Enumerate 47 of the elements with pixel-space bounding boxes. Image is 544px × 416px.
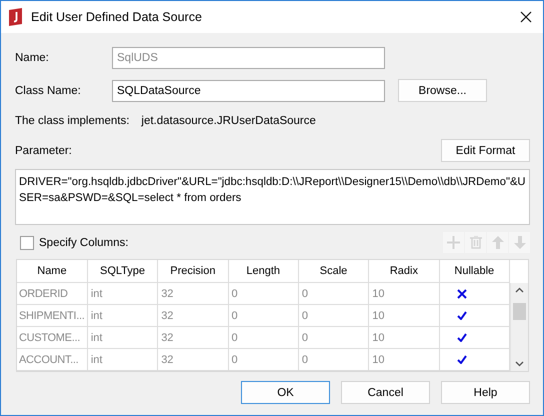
window-title: Edit User Defined Data Source bbox=[31, 10, 202, 24]
table-cell: 32 bbox=[158, 282, 228, 304]
scrollbar[interactable] bbox=[510, 283, 528, 371]
parameter-label: Parameter: bbox=[15, 144, 72, 156]
table-cell: 32 bbox=[158, 326, 228, 348]
up-arrow-icon[interactable] bbox=[492, 236, 504, 249]
table-cell: 0 bbox=[228, 304, 298, 326]
implements-label: The class implements: bbox=[15, 115, 130, 127]
dialog-button[interactable]: Help bbox=[441, 381, 530, 404]
dialog-button[interactable]: Cancel bbox=[341, 381, 430, 404]
parameter-field[interactable]: DRIVER="org.hsqldb.jdbcDriver"&URL="jdbc:hsqldb:D:\\JReport\\Designer15\\Demo\\db\\JRDemo"&USER=sa&PSWD=&SQL=select * from orders bbox=[15, 169, 530, 225]
table-cell: int bbox=[87, 282, 158, 304]
implements-value: jet.datasource.JRUserDataSource bbox=[141, 115, 316, 127]
table-cell: 0 bbox=[298, 282, 369, 304]
table-cell: 0 bbox=[298, 326, 369, 348]
browse-button[interactable]: Browse... bbox=[398, 79, 487, 102]
table-cell: 0 bbox=[228, 282, 298, 304]
table-cell: SHIPMENTI... bbox=[17, 304, 88, 326]
table-cell: int bbox=[87, 326, 158, 348]
close-icon[interactable] bbox=[520, 11, 532, 23]
scroll-thumb[interactable] bbox=[513, 303, 526, 320]
table-cell: 10 bbox=[368, 348, 440, 370]
field-label: Class Name: bbox=[15, 84, 82, 96]
trash-icon[interactable] bbox=[470, 236, 482, 249]
table-cell: int bbox=[87, 304, 158, 326]
field-label: Name: bbox=[15, 52, 50, 64]
dialog-button[interactable]: OK bbox=[241, 381, 330, 404]
table-cell: 10 bbox=[368, 282, 440, 304]
checkbox-label[interactable]: Specify Columns: bbox=[39, 236, 128, 248]
table-cell: 0 bbox=[228, 348, 298, 370]
table-cell: CUSTOME... bbox=[17, 326, 88, 348]
table-cell: 32 bbox=[158, 304, 228, 326]
down-arrow-icon[interactable] bbox=[514, 236, 526, 249]
edit-format-button[interactable]: Edit Format bbox=[441, 139, 530, 162]
add-icon[interactable] bbox=[447, 236, 460, 249]
app-logo-icon bbox=[9, 8, 22, 26]
table-cell: ORDERID bbox=[17, 282, 88, 304]
table-cell: 0 bbox=[298, 348, 369, 370]
class-name-field[interactable]: SQLDataSource bbox=[112, 80, 385, 102]
table-cell: 10 bbox=[368, 326, 440, 348]
table-cell: 0 bbox=[298, 304, 369, 326]
checkbox[interactable] bbox=[20, 236, 34, 250]
table-cell: int bbox=[87, 348, 158, 370]
table-cell: 10 bbox=[368, 304, 440, 326]
table-cell: ACCOUNT... bbox=[17, 348, 88, 370]
table-cell: 32 bbox=[158, 348, 228, 370]
table-cell: 0 bbox=[228, 326, 298, 348]
